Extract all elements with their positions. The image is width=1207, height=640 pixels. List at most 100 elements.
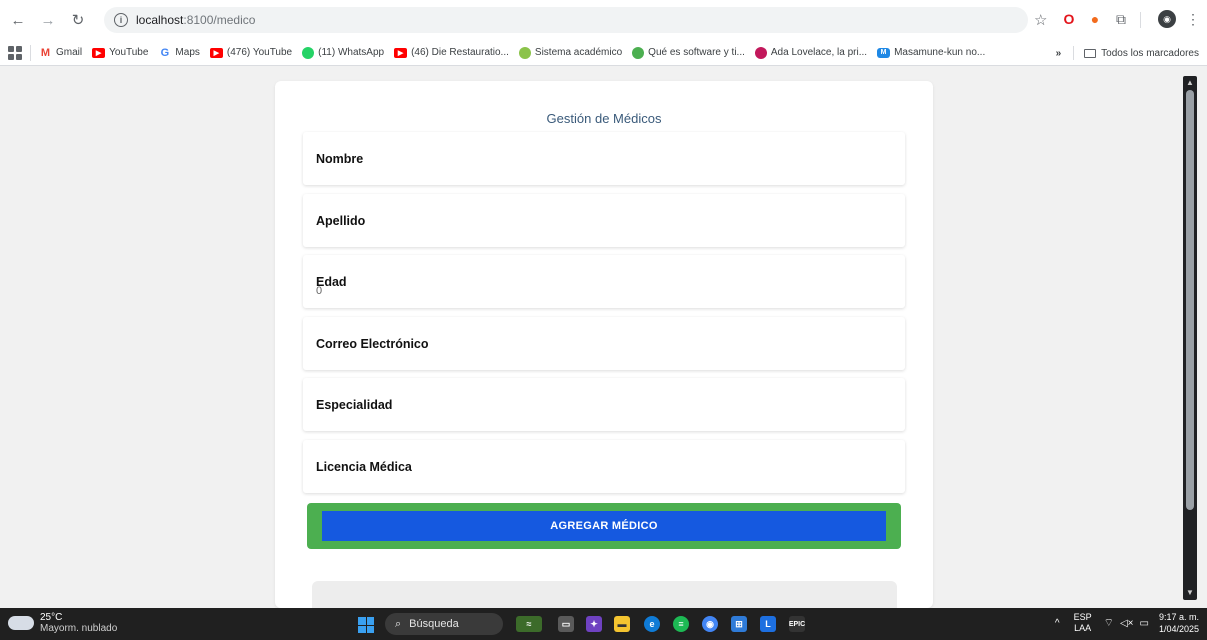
edad-value: 0 xyxy=(316,285,323,297)
microsoft-store-icon[interactable]: ⊞ xyxy=(731,616,747,632)
scroll-thumb[interactable] xyxy=(1186,90,1194,510)
arrow-left-icon: ← xyxy=(10,11,26,29)
forward-button[interactable]: → xyxy=(36,8,60,32)
licencia-field[interactable]: Licencia Médica xyxy=(303,440,905,493)
field-label: Licencia Médica xyxy=(316,459,412,474)
search-icon: ⌕ xyxy=(395,617,402,630)
bookmark-label: Gmail xyxy=(56,47,83,58)
site-icon: M xyxy=(877,47,891,58)
field-label: Especialidad xyxy=(316,397,393,412)
youtube-icon: ▶ xyxy=(394,47,408,58)
bookmark-youtube[interactable]: ▶ YouTube xyxy=(92,47,148,58)
bookmark-label: (46) Die Restauratio... xyxy=(411,47,509,58)
bookmarks-overflow-button[interactable]: » xyxy=(1056,48,1062,59)
profile-avatar[interactable]: ◉ xyxy=(1158,10,1176,28)
medico-form-card: Gestión de Médicos Nombre Apellido Edad … xyxy=(275,81,933,608)
extensions-icon[interactable]: ⧉ xyxy=(1112,10,1130,28)
bookmark-youtube-476[interactable]: ▶ (476) YouTube xyxy=(209,47,293,58)
bookmark-ada-lovelace[interactable]: Ada Lovelace, la pri... xyxy=(754,46,868,59)
edad-field[interactable]: Edad 0 xyxy=(303,255,905,308)
bookmark-star-icon[interactable]: ☆ xyxy=(1034,11,1047,29)
brave-icon[interactable]: ● xyxy=(1086,10,1104,28)
medico-list-panel xyxy=(312,581,897,608)
bookmark-whatsapp[interactable]: (11) WhatsApp xyxy=(302,46,384,59)
bookmark-que-es-software[interactable]: Qué es software y ti... xyxy=(632,46,745,59)
bookmarks-divider xyxy=(1073,46,1075,60)
lang-bottom: LAA xyxy=(1074,623,1092,633)
site-icon xyxy=(754,46,767,59)
folder-icon xyxy=(1084,48,1097,58)
field-label: Correo Electrónico xyxy=(316,336,429,351)
page-title: Gestión de Médicos xyxy=(546,111,662,126)
spotify-icon[interactable]: ≡ xyxy=(673,616,689,632)
windows-taskbar: 25°C Mayorm. nublado ⌕ Búsqueda ≈ ▭ ✦ ▬ … xyxy=(0,608,1207,640)
bookmark-label: YouTube xyxy=(109,47,149,58)
address-bar[interactable]: i localhost :8100/medico xyxy=(104,7,1028,33)
gmail-icon: M xyxy=(40,46,51,59)
chevron-up-icon[interactable]: ^ xyxy=(1055,618,1060,629)
copilot-icon[interactable]: ✦ xyxy=(586,616,602,632)
clock-time: 9:17 a. m. xyxy=(1158,612,1199,622)
task-view-icon[interactable]: ▭ xyxy=(558,616,574,632)
arrow-right-icon: → xyxy=(40,11,56,29)
bookmarks-divider xyxy=(30,44,31,61)
youtube-icon: ▶ xyxy=(209,47,223,58)
temperature: 25°C xyxy=(40,612,63,623)
weather-widget[interactable]: 25°C Mayorm. nublado xyxy=(8,610,118,634)
site-info-icon[interactable]: i xyxy=(114,13,128,27)
google-icon: G xyxy=(160,46,170,59)
file-explorer-icon[interactable]: ▬ xyxy=(614,616,630,632)
field-label: Nombre xyxy=(316,151,364,166)
bookmark-masamune[interactable]: M Masamune-kun no... xyxy=(877,47,985,58)
language-indicator[interactable]: ESP LAA xyxy=(1074,612,1092,634)
taskbar-search[interactable]: ⌕ Búsqueda xyxy=(385,613,503,635)
apps-grid-icon[interactable] xyxy=(8,45,22,60)
bookmark-label: Ada Lovelace, la pri... xyxy=(770,47,868,58)
especialidad-field[interactable]: Especialidad xyxy=(303,378,905,431)
globe-icon xyxy=(518,46,531,59)
battery-icon[interactable]: ▭ xyxy=(1140,618,1149,629)
all-bookmarks-link[interactable]: Todos los marcadores xyxy=(1101,48,1199,59)
bookmark-label: Sistema académico xyxy=(534,47,623,58)
toolbar-divider xyxy=(1140,12,1141,28)
url-path: :8100/medico xyxy=(183,13,256,27)
volume-muted-icon[interactable]: ◁× xyxy=(1120,618,1134,629)
opera-icon[interactable]: O xyxy=(1060,10,1078,28)
apellido-field[interactable]: Apellido xyxy=(303,194,905,247)
back-button[interactable]: ← xyxy=(6,8,30,32)
add-medico-button[interactable]: AGREGAR MÉDICO xyxy=(322,511,886,541)
correo-field[interactable]: Correo Electrónico xyxy=(303,317,905,370)
youtube-icon: ▶ xyxy=(92,47,106,58)
bookmarks-bar: M Gmail ▶ YouTube G Maps ▶ (476) YouTube… xyxy=(0,40,1207,66)
bookmark-die-restauratio[interactable]: ▶ (46) Die Restauratio... xyxy=(394,47,509,58)
bookmark-label: (476) YouTube xyxy=(226,47,293,58)
reload-icon: ↻ xyxy=(71,12,85,29)
browser-toolbar: ← → ↻ i localhost :8100/medico ☆ O ● ⧉ ◉… xyxy=(0,0,1207,40)
chrome-icon[interactable]: ◉ xyxy=(702,616,718,632)
bookmark-label: Maps xyxy=(175,47,200,58)
bookmarks-right: » Todos los marcadores xyxy=(1056,40,1199,66)
system-tray: ^ ESP LAA ⌔ ◁× ▭ 9:17 a. m. 1/04/2025 xyxy=(1055,611,1199,635)
launcher-l-icon[interactable]: L xyxy=(760,616,776,632)
bookmark-maps[interactable]: G Maps xyxy=(158,46,200,59)
game-widget-icon[interactable]: ≈ xyxy=(516,616,542,632)
url-host: localhost xyxy=(136,13,184,27)
nombre-field[interactable]: Nombre xyxy=(303,132,905,185)
clock[interactable]: 9:17 a. m. 1/04/2025 xyxy=(1159,611,1199,635)
menu-icon[interactable]: ⋮ xyxy=(1184,10,1202,28)
lang-top: ESP xyxy=(1073,612,1092,622)
bookmark-gmail[interactable]: M Gmail xyxy=(39,46,83,59)
scroll-up-icon[interactable]: ▲ xyxy=(1185,78,1195,88)
bookmark-label: Masamune-kun no... xyxy=(894,47,986,58)
scroll-down-icon[interactable]: ▼ xyxy=(1185,588,1195,598)
reload-button[interactable]: ↻ xyxy=(66,8,90,32)
scrollbar[interactable]: ▲ ▼ xyxy=(1183,76,1197,600)
edge-icon[interactable]: e xyxy=(644,616,660,632)
bookmark-sistema-academico[interactable]: Sistema académico xyxy=(518,46,623,59)
wifi-icon[interactable]: ⌔ xyxy=(1104,616,1114,630)
weather-description: Mayorm. nublado xyxy=(40,623,118,634)
epic-games-icon[interactable]: EPIC xyxy=(789,616,805,632)
windows-start-icon[interactable] xyxy=(358,617,374,633)
whatsapp-icon xyxy=(302,46,315,59)
search-placeholder: Búsqueda xyxy=(409,618,459,630)
